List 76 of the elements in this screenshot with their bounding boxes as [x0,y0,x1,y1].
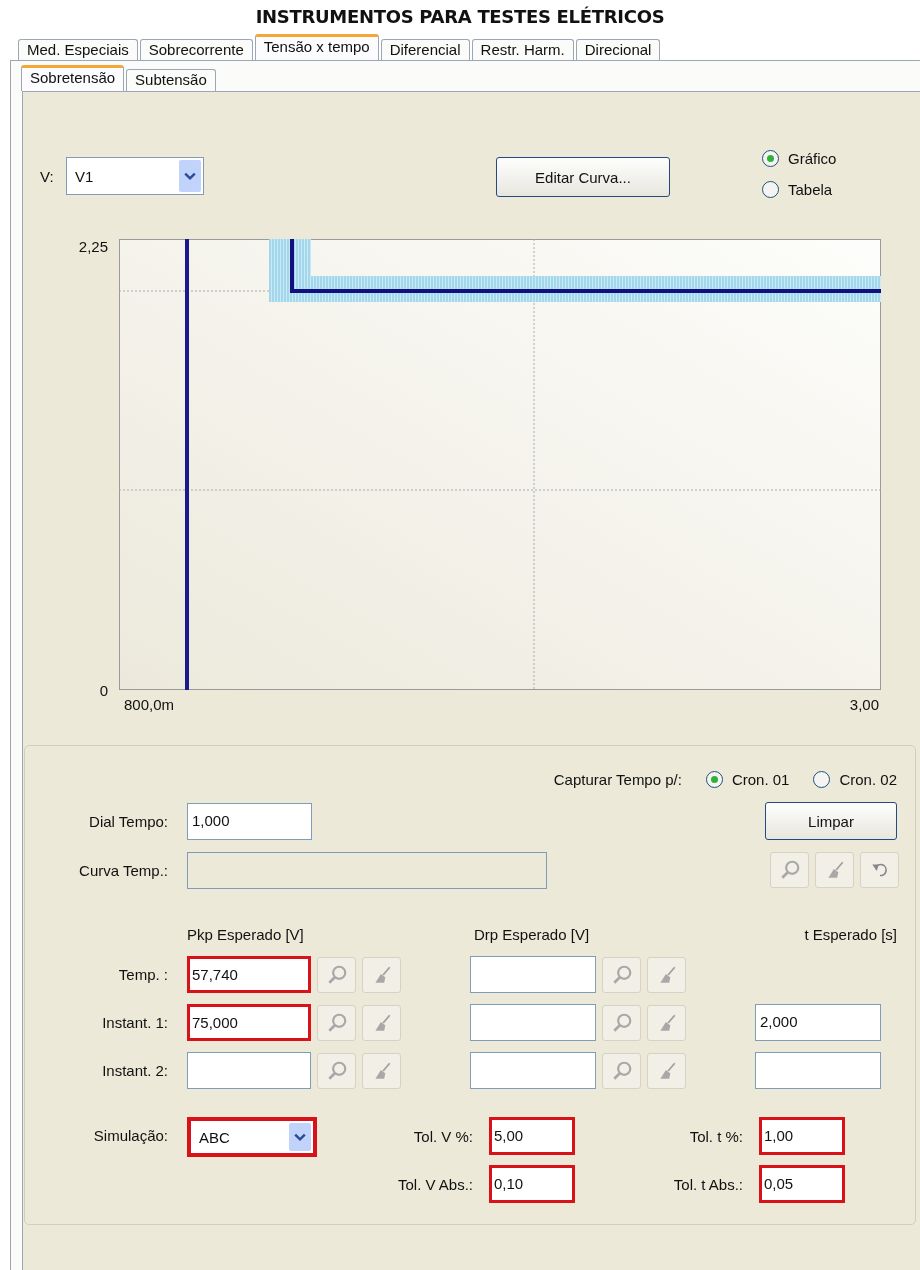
radio-label: Tabela [788,181,833,198]
dropdown-button[interactable] [179,160,201,192]
tab[interactable]: Diferencial [380,39,470,60]
radio-label: Cron. 01 [731,770,790,788]
tab[interactable]: Restr. Harm. [471,39,574,60]
column-header: Pkp Esperado [V] [187,925,305,943]
input-field[interactable]: 75,000 [187,1004,311,1041]
input-field[interactable] [187,1052,311,1089]
undo-button[interactable] [860,852,899,888]
field-label: Tol. V Abs.: [396,1175,474,1193]
input-field[interactable]: 5,00 [489,1117,575,1155]
field-label: Capturar Tempo p/: [553,770,682,788]
radio-label: Gráfico [788,150,837,167]
clear-button[interactable] [362,956,401,993]
clear-button[interactable] [362,1004,401,1041]
field-label: Simulação: [92,1127,168,1144]
column-header: Drp Esperado [V] [474,925,591,943]
clear-button[interactable]: Limpar [765,802,897,840]
clear-button[interactable] [647,1052,686,1089]
search-button[interactable] [602,1004,641,1041]
chevron-down-icon [184,171,196,181]
input-field[interactable] [470,956,596,993]
radio-label: Cron. 02 [839,770,897,788]
input-field[interactable]: 1,000 [187,802,312,840]
input-field[interactable] [470,1052,596,1089]
search-button[interactable] [317,1052,356,1089]
input-field[interactable]: 1,00 [759,1117,845,1155]
radio-button[interactable] [813,770,831,788]
input-field[interactable]: 0,05 [759,1165,845,1203]
clear-button[interactable] [362,1052,401,1089]
column-header: t Esperado [s] [803,925,897,943]
simulation-dropdown[interactable]: ABC [187,1117,317,1157]
page-title: INSTRUMENTOS PARA TESTES ELÉTRICOS [254,5,666,29]
input-field[interactable] [755,1052,881,1089]
edit-curve-button[interactable]: Editar Curva... [496,157,670,197]
field-label: Curva Temp.: [78,861,168,879]
chevron-down-icon [294,1132,306,1142]
radio-option[interactable]: Cron. 01 [705,770,790,788]
tab[interactable]: Tensão x tempo [254,34,379,60]
row-label: Temp. : [117,966,168,983]
search-button[interactable] [602,1052,641,1089]
search-button[interactable] [317,1004,356,1041]
axis-label: 0 [99,681,108,701]
field-label: Tol. V %: [412,1127,474,1145]
tab[interactable]: Subtensão [126,69,216,91]
radio-option[interactable]: Cron. 02 [813,770,897,788]
voltage-dropdown[interactable]: V1 [66,157,204,195]
radio-option[interactable]: Gráfico [762,150,837,167]
radio-button[interactable] [705,770,723,788]
radio-button[interactable] [762,150,779,167]
tab[interactable]: Med. Especiais [18,39,138,60]
field-label: Tol. t %: [688,1127,744,1145]
search-button[interactable] [317,956,356,993]
search-button[interactable] [602,956,641,993]
axis-label: 2,25 [78,237,108,257]
row-label: Instant. 2: [101,1062,168,1079]
axis-label: 3,00 [849,696,879,713]
tab[interactable]: Direcional [575,39,661,60]
radio-button[interactable] [762,181,779,198]
field-label: V: [40,168,55,185]
dropdown-button[interactable] [289,1123,311,1151]
input-field[interactable]: 0,10 [489,1165,575,1203]
axis-label: 800,0m [124,696,175,713]
tab[interactable]: Sobrecorrente [139,39,253,60]
input-field[interactable]: 2,000 [755,1004,881,1041]
search-button[interactable] [770,852,809,888]
row-label: Instant. 1: [101,1014,168,1031]
field-label: Dial Tempo: [88,812,168,830]
clear-button[interactable] [647,1004,686,1041]
clear-button[interactable] [647,956,686,993]
input-field[interactable] [470,1004,596,1041]
radio-option[interactable]: Tabela [762,181,837,198]
input-field[interactable]: 57,740 [187,956,311,993]
field-label: Tol. t Abs.: [672,1175,744,1193]
clear-button[interactable] [815,852,854,888]
tab[interactable]: Sobretensão [21,65,125,91]
